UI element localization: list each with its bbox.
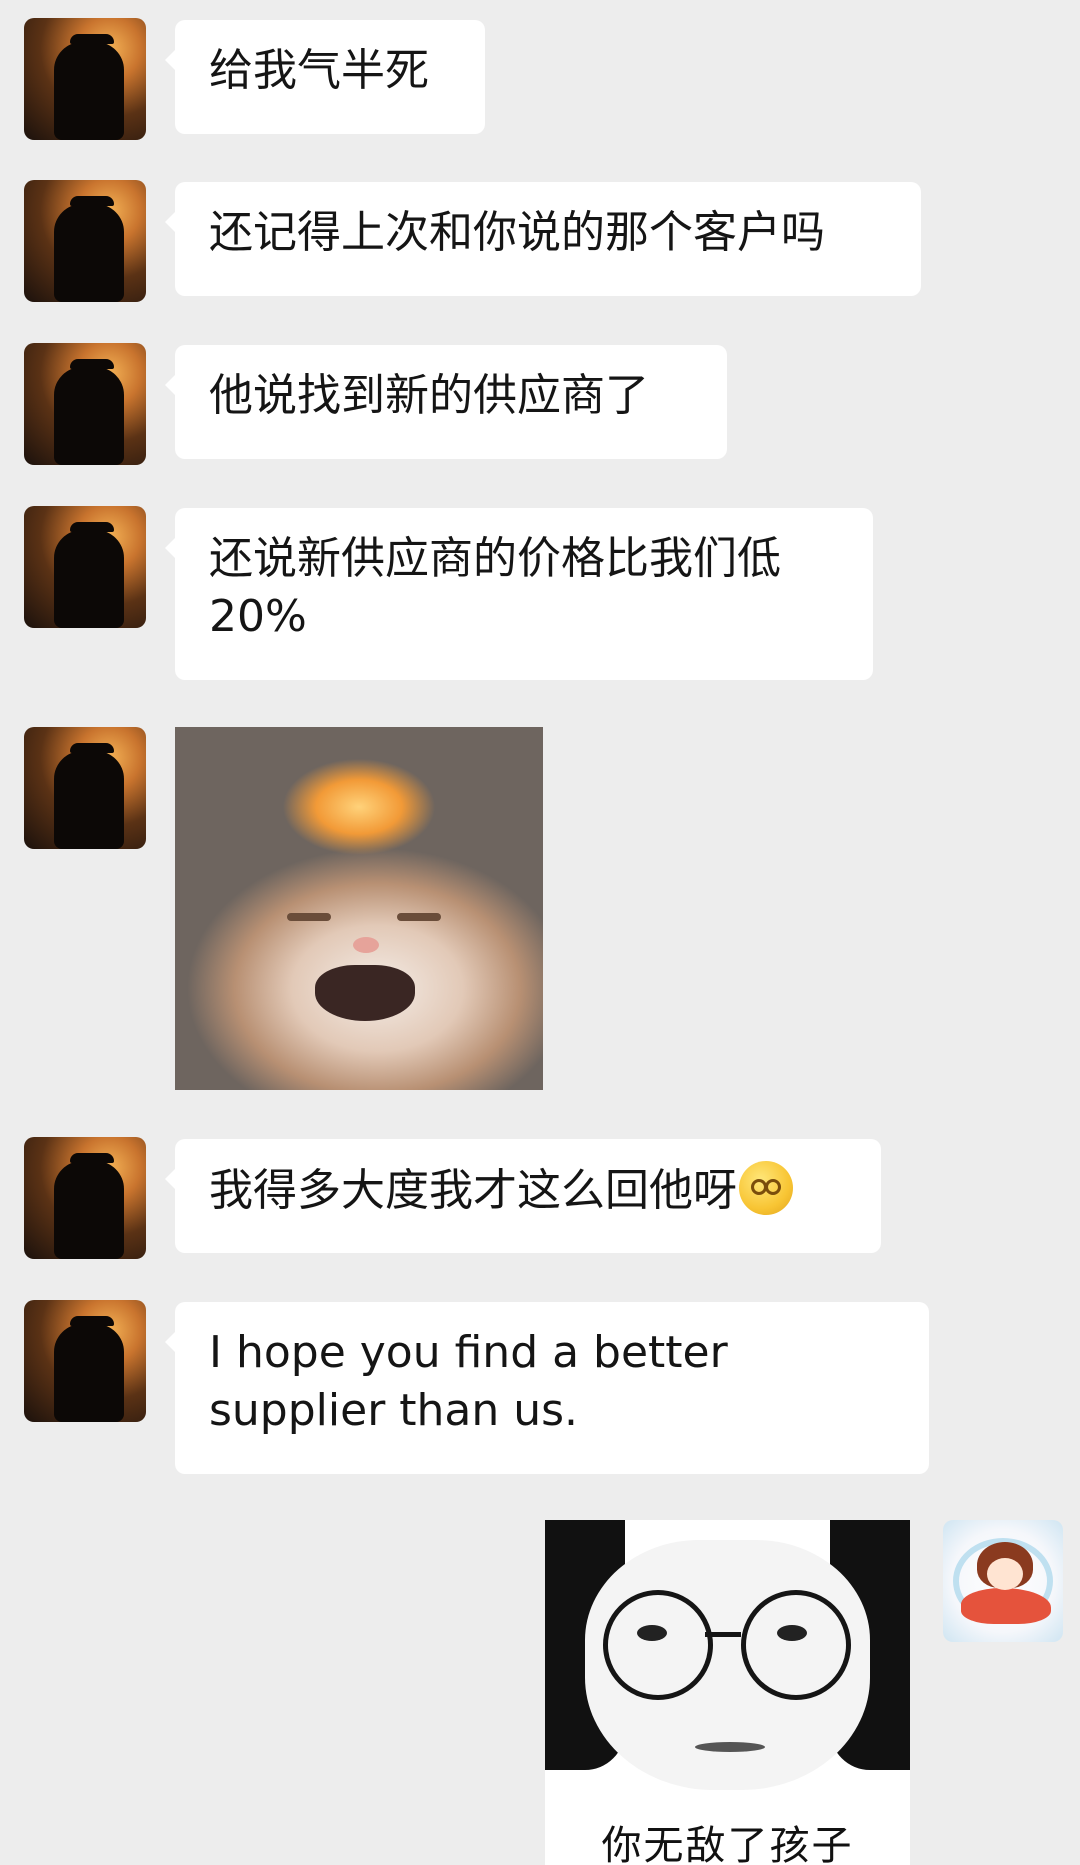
contact-avatar[interactable] bbox=[24, 727, 146, 849]
message-text: 还记得上次和你说的那个客户吗 bbox=[209, 207, 825, 258]
dizzy-face-emoji-icon bbox=[739, 1161, 793, 1215]
message-bubble[interactable]: 我得多大度我才这么回他呀 bbox=[165, 1139, 881, 1253]
message-bubble[interactable]: I hope you find a better supplier than u… bbox=[165, 1302, 929, 1474]
message-bubble[interactable]: 他说找到新的供应商了 bbox=[165, 345, 727, 459]
message-bubble[interactable]: 还记得上次和你说的那个客户吗 bbox=[165, 182, 921, 296]
contact-avatar[interactable] bbox=[24, 506, 146, 628]
message-bubble[interactable]: 还说新供应商的价格比我们低20% bbox=[165, 508, 873, 680]
invincible-face-sticker[interactable]: 你无敌了孩子 bbox=[545, 1520, 910, 1865]
contact-avatar[interactable] bbox=[24, 343, 146, 465]
message-text: 还说新供应商的价格比我们低20% bbox=[209, 533, 781, 642]
contact-avatar[interactable] bbox=[24, 180, 146, 302]
message-text: 他说找到新的供应商了 bbox=[209, 370, 649, 421]
message-bubble[interactable]: 给我气半死 bbox=[165, 20, 485, 134]
sticker-caption: 你无敌了孩子 bbox=[601, 1823, 854, 1865]
message-text: I hope you find a better supplier than u… bbox=[209, 1327, 728, 1436]
contact-avatar[interactable] bbox=[24, 18, 146, 140]
message-text: 我得多大度我才这么回他呀 bbox=[209, 1165, 737, 1216]
contact-avatar[interactable] bbox=[24, 1300, 146, 1422]
angry-cat-explosion-sticker[interactable] bbox=[175, 727, 543, 1090]
message-text: 给我气半死 bbox=[209, 45, 429, 96]
my-avatar[interactable] bbox=[943, 1520, 1063, 1642]
contact-avatar[interactable] bbox=[24, 1137, 146, 1259]
